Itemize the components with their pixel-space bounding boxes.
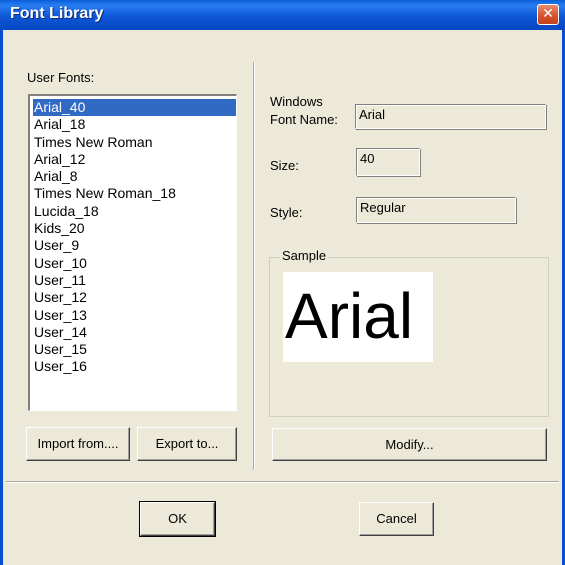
font-list-item[interactable]: User_9 [33, 237, 236, 254]
font-name-label-line2: Font Name: [270, 112, 338, 127]
cancel-button[interactable]: Cancel [359, 502, 434, 536]
font-list-item[interactable]: User_15 [33, 341, 236, 358]
title-bar[interactable]: Font Library ✕ [0, 0, 565, 30]
sample-caption: Sample [280, 248, 329, 263]
close-icon: ✕ [542, 6, 554, 22]
window-title: Font Library [10, 5, 104, 22]
font-name-label-line1: Windows [270, 94, 323, 109]
size-field: 40 [356, 148, 420, 176]
font-list-item[interactable]: Arial_18 [33, 116, 236, 133]
font-list-item[interactable]: Times New Roman_18 [33, 185, 236, 202]
font-list-item[interactable]: User_11 [33, 272, 236, 289]
font-list-item[interactable]: Kids_20 [33, 220, 236, 237]
font-list-item[interactable]: User_12 [33, 289, 236, 306]
font-list-item[interactable]: Arial_8 [33, 168, 236, 185]
font-list-item[interactable]: Lucida_18 [33, 203, 236, 220]
font-list-item[interactable]: User_16 [33, 358, 236, 375]
column-divider-highlight [254, 62, 255, 470]
style-label: Style: [270, 205, 303, 220]
user-fonts-list[interactable]: Arial_40 Arial_18 Times New Roman Arial_12 A… [28, 94, 237, 411]
sample-preview: Arial [283, 272, 433, 362]
font-list-item[interactable]: User_14 [33, 324, 236, 341]
close-button[interactable]: ✕ [537, 4, 559, 25]
export-to-button[interactable]: Export to... [137, 427, 237, 461]
bottom-divider-highlight [6, 482, 559, 483]
user-fonts-label: User Fonts: [27, 70, 95, 85]
font-list-item[interactable]: Arial_12 [33, 151, 236, 168]
sample-preview-text: Arial [285, 280, 414, 352]
font-list-item[interactable]: User_10 [33, 255, 236, 272]
ok-button[interactable]: OK [139, 501, 216, 537]
window-border-left [0, 30, 3, 565]
import-from-button[interactable]: Import from.... [26, 427, 130, 461]
font-name-field: Arial [355, 104, 546, 129]
size-label: Size: [270, 158, 299, 173]
modify-button[interactable]: Modify... [272, 428, 547, 461]
font-list-item[interactable]: User_13 [33, 307, 236, 324]
style-field: Regular [356, 197, 516, 223]
font-list-item[interactable]: Times New Roman [33, 134, 236, 151]
font-list-item[interactable]: Arial_40 [33, 99, 236, 117]
font-library-dialog: Font Library ✕ User Fonts: Arial_40 Arial… [0, 0, 565, 565]
